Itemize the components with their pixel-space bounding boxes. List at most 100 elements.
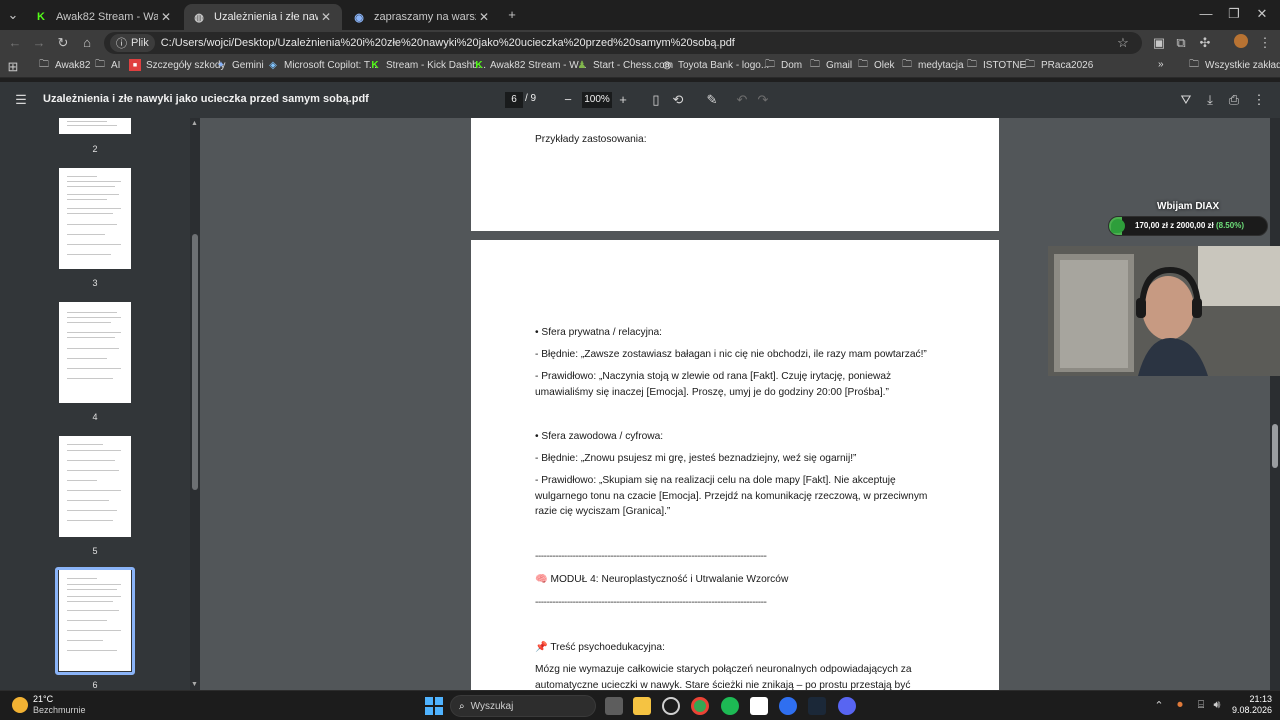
weather-temp[interactable]: 21°C [33, 694, 53, 704]
bookmark-chess[interactable]: ♟ Start - Chess.com [576, 59, 674, 71]
bookmark-kick-dashboard[interactable]: K Stream - Kick Dashb... [369, 59, 486, 71]
undo-icon[interactable]: ↶ [733, 92, 751, 108]
thumbnail-page-4[interactable] [59, 302, 131, 403]
bookmark-awak82-stream[interactable]: K Awak82 Stream - W... [473, 59, 586, 71]
chrome-taskbar-icon[interactable] [691, 697, 709, 715]
page-text: 🧠 MODUŁ 4: Neuroplastyczność i Utrwalani… [535, 574, 789, 585]
folder-icon: 🗀 [95, 58, 105, 70]
close-tab-icon[interactable]: ✕ [476, 10, 492, 24]
back-icon[interactable]: ← [6, 34, 24, 52]
steam-icon[interactable] [808, 697, 826, 715]
download-icon[interactable]: ⤓ [1201, 92, 1219, 108]
tab-warsztaty[interactable]: ◉ zapraszamy na warsztaty z sam ✕ [344, 4, 500, 30]
obs-icon[interactable] [662, 697, 680, 715]
page-divider: ----------------------------------------… [535, 551, 767, 562]
cast-icon[interactable]: ▣ [1150, 34, 1168, 52]
thumbnail-selection [55, 567, 135, 675]
minimize-icon[interactable]: — [1196, 6, 1216, 21]
tab-search-icon[interactable]: ⌄ [4, 6, 22, 24]
sidebar-menu-icon[interactable]: ☰ [12, 92, 30, 108]
site-info-chip[interactable]: ⓘ Plik [110, 34, 155, 52]
toyota-icon: ◎ [662, 59, 672, 71]
print-icon[interactable]: ⎙ [1225, 92, 1243, 108]
kick-icon: K [475, 59, 483, 71]
page-number-input[interactable]: 6 [505, 92, 523, 108]
rotate-icon[interactable]: ⟲ [669, 92, 687, 108]
tray-overflow-icon[interactable]: ⌃ [1152, 699, 1166, 712]
start-icon[interactable] [425, 697, 443, 715]
zoom-out-icon[interactable]: − [559, 92, 577, 107]
bookmark-ai[interactable]: 🗀 AI [94, 59, 120, 71]
task-view-icon[interactable] [605, 697, 623, 715]
bookmark-szczegoly[interactable]: ■ Szczegóły szkody [129, 59, 225, 71]
redo-icon[interactable]: ↷ [754, 92, 772, 108]
bookmark-copilot[interactable]: ◈ Microsoft Copilot: T... [267, 59, 377, 71]
page-text: - Błędnie: „Zawsze zostawiasz bałagan i … [535, 349, 927, 360]
volume-icon[interactable]: 🔊︎ [1210, 699, 1224, 712]
home-icon[interactable]: ⌂ [78, 34, 96, 52]
bookmark-praca2026[interactable]: 🗀 PRaca2026 [1024, 59, 1093, 71]
bookmark-medytacja[interactable]: 🗀 medytacja [901, 59, 964, 71]
thumbnail-page-3[interactable] [59, 168, 131, 269]
all-bookmarks[interactable]: 🗀Wszystkie zakładki [1188, 59, 1280, 71]
url-text[interactable]: C:/Users/wojci/Desktop/Uzależnienia%20i%… [161, 37, 735, 49]
page-text: - Prawidłowo: „Skupiam się na realizacji… [535, 475, 928, 517]
screenshot-icon[interactable]: ⧉ [1172, 34, 1190, 52]
folder-icon: 🗀 [1189, 58, 1199, 70]
discord-icon[interactable] [838, 697, 856, 715]
spotify-icon[interactable] [721, 697, 739, 715]
tab-pdf[interactable]: ◍ Uzależnienia i złe nawyki jako u ✕ [184, 4, 342, 30]
thumbnail-page-2[interactable] [59, 118, 131, 134]
zoom-in-icon[interactable]: + [614, 92, 632, 107]
menu-icon[interactable]: ⋮ [1256, 34, 1274, 52]
fit-page-icon[interactable]: ▯ [647, 92, 665, 108]
file-explorer-icon[interactable] [633, 697, 651, 715]
address-bar[interactable]: ⓘ Plik C:/Users/wojci/Desktop/Uzależnien… [104, 32, 1142, 54]
extensions-icon[interactable]: ✣ [1196, 34, 1214, 52]
apps-icon[interactable]: ⊞ [4, 58, 22, 76]
bookmark-toyota[interactable]: ◎ Toyota Bank - logo... [661, 59, 770, 71]
folder-icon: 🗀 [39, 58, 49, 70]
taskbar: 21°C Bezchmurnie ⌕ Wyszukaj ⌃ ⏺ ⌸ 🔊︎ 21:… [0, 690, 1280, 720]
bookmark-gmail[interactable]: 🗀 Gmail [809, 59, 852, 71]
network-icon[interactable]: ⌸ [1194, 699, 1208, 712]
more-options-icon[interactable]: ⋮ [1250, 92, 1268, 108]
donation-progress-bar: 170,00 zł z 2000,00 zł (8.50%) [1108, 216, 1268, 236]
pdf-page-previous: Przykłady zastosowania: [471, 118, 999, 231]
folder-icon: 🗀 [1025, 58, 1035, 70]
close-window-icon[interactable]: ✕ [1252, 6, 1272, 22]
close-tab-icon[interactable]: ✕ [158, 10, 174, 24]
bookmark-olek[interactable]: 🗀 Olek [857, 59, 895, 71]
drive-icon[interactable]: ⛛ [1177, 92, 1195, 108]
bookmark-istotne[interactable]: 🗀 ISTOTNE [966, 59, 1026, 71]
bookmark-star-icon[interactable]: ☆ [1114, 34, 1132, 52]
thumbnail-page-5[interactable] [59, 436, 131, 537]
app-icon[interactable] [779, 697, 797, 715]
reload-icon[interactable]: ↻ [54, 34, 72, 52]
annotate-icon[interactable]: ✎ [703, 92, 721, 108]
bookmarks-overflow-icon[interactable]: » [1158, 59, 1164, 70]
thumbnail-label: 3 [92, 278, 98, 288]
thumbnail-scrollbar[interactable]: ▲ ▼ [190, 118, 200, 690]
chess-icon: ♟ [577, 59, 587, 71]
forward-icon[interactable]: → [30, 34, 48, 52]
clock-time[interactable]: 21:13 [1236, 694, 1272, 704]
page-text: - Błędnie: „Znowu psujesz mi grę, jesteś… [535, 453, 857, 464]
notes-icon[interactable] [750, 697, 768, 715]
avatar[interactable] [1232, 34, 1250, 52]
clock-date[interactable]: 9.08.2026 [1224, 705, 1272, 715]
bookmark-gemini[interactable]: ✦ Gemini [215, 59, 264, 71]
zoom-input[interactable]: 100% [582, 92, 612, 108]
taskbar-search[interactable]: ⌕ Wyszukaj [450, 695, 596, 717]
microphone-icon[interactable]: ⏺ [1173, 699, 1187, 712]
restore-icon[interactable]: ❐ [1224, 6, 1244, 22]
close-tab-icon[interactable]: ✕ [318, 10, 334, 24]
tab-awak82-stream[interactable]: K Awak82 Stream - Watch Live on ✕ [26, 4, 182, 30]
weather-moon-icon[interactable] [12, 697, 28, 713]
weather-desc[interactable]: Bezchmurnie [33, 705, 86, 715]
bookmark-dom[interactable]: 🗀 Dom [764, 59, 802, 71]
viewer-scrollbar[interactable] [1270, 118, 1280, 690]
bookmark-awak82[interactable]: 🗀 Awak82 [38, 59, 90, 71]
new-tab-icon[interactable]: + [503, 6, 521, 24]
page-text: • Sfera zawodowa / cyfrowa: [535, 431, 664, 442]
